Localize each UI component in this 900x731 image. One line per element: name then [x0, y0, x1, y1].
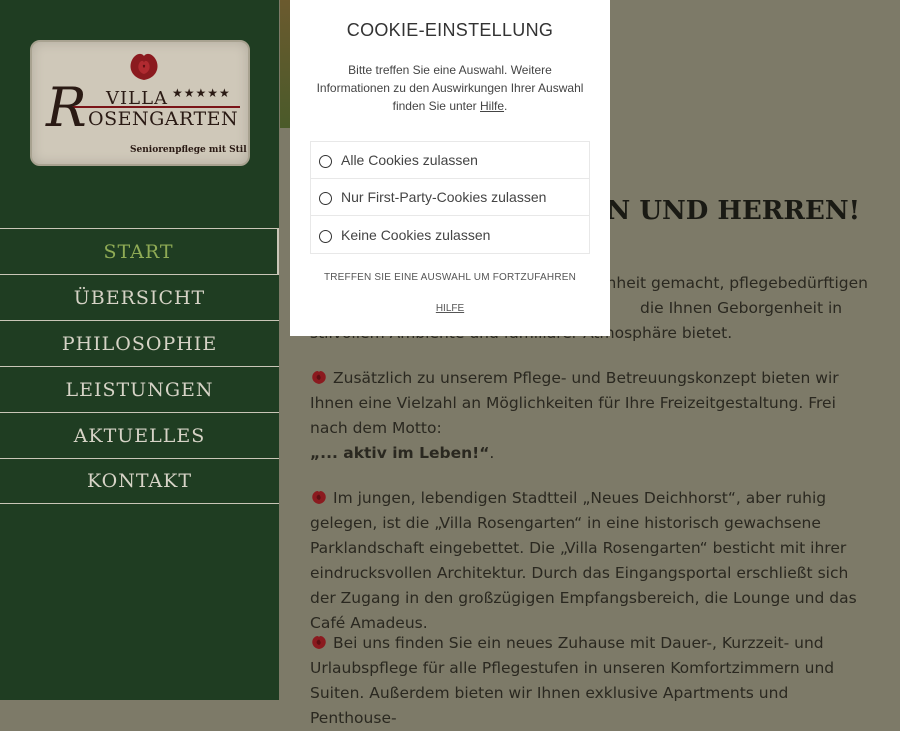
- cookie-desc-end: .: [504, 99, 508, 113]
- nav-item-uebersicht[interactable]: ÜBERSICHT: [0, 274, 279, 320]
- location-text: Im jungen, lebendigen Stadtteil „Neues D…: [310, 489, 857, 632]
- cookie-help-link[interactable]: Hilfe: [480, 99, 504, 113]
- cookie-option-all[interactable]: Alle Cookies zulassen: [311, 142, 589, 179]
- cookie-description: Bitte treffen Sie eine Auswahl. Weitere …: [310, 61, 590, 115]
- cookie-consent-dialog: COOKIE-EINSTELLUNG Bitte treffen Sie ein…: [290, 0, 610, 336]
- cookie-option-first-party[interactable]: Nur First-Party-Cookies zulassen: [311, 179, 589, 216]
- nav-item-leistungen[interactable]: LEISTUNGEN: [0, 366, 279, 412]
- rose-bullet-icon: [312, 490, 326, 504]
- radio-button[interactable]: [319, 155, 332, 168]
- sidebar: VILLA ★★★★★ R OSENGARTEN Seniorenpflege …: [0, 0, 279, 700]
- nav-item-philosophie[interactable]: PHILOSOPHIE: [0, 320, 279, 366]
- nav-label: LEISTUNGEN: [65, 378, 214, 401]
- radio-button[interactable]: [319, 229, 332, 243]
- cookie-hint: TREFFEN SIE EINE AUSWAHL UM FORTZUFAHREN: [323, 272, 577, 283]
- nav-item-kontakt[interactable]: KONTAKT: [0, 458, 279, 504]
- cookie-desc-text: Bitte treffen Sie eine Auswahl. Weitere …: [316, 63, 584, 113]
- site-logo[interactable]: VILLA ★★★★★ R OSENGARTEN Seniorenpflege …: [30, 40, 250, 166]
- nav-label: KONTAKT: [86, 470, 193, 492]
- cookie-option-none[interactable]: Keine Cookies zulassen: [311, 216, 589, 253]
- rose-logo-icon: [130, 53, 158, 80]
- nav-label: START: [103, 240, 174, 263]
- rose-bullet-icon: [312, 370, 326, 384]
- care-text: Bei uns finden Sie ein neues Zuhause mit…: [310, 634, 835, 727]
- nav-item-start[interactable]: START: [0, 228, 279, 274]
- nav-item-aktuelles[interactable]: AKTUELLES: [0, 412, 279, 458]
- cookie-options-list: Alle Cookies zulassen Nur First-Party-Co…: [310, 141, 590, 254]
- cookie-help-button[interactable]: HILFE: [436, 303, 464, 314]
- leisure-paragraph: Zusätzlich zu unserem Pflege- und Betreu…: [310, 366, 870, 466]
- logo-stars: ★★★★★: [172, 86, 231, 100]
- logo-tagline: Seniorenpflege mit Stil: [130, 145, 247, 155]
- nav-label: ÜBERSICHT: [73, 286, 206, 309]
- cookie-help: HILFE: [310, 303, 590, 314]
- leisure-text: Zusätzlich zu unserem Pflege- und Betreu…: [310, 369, 839, 437]
- location-paragraph: Im jungen, lebendigen Stadtteil „Neues D…: [310, 486, 870, 636]
- logo-name: OSENGARTEN: [88, 108, 239, 130]
- care-paragraph: Bei uns finden Sie ein neues Zuhause mit…: [310, 631, 870, 731]
- radio-button[interactable]: [319, 192, 332, 205]
- motto-text: „... aktiv im Leben!“: [310, 444, 490, 462]
- main-navigation: START ÜBERSICHT PHILOSOPHIE LEISTUNGEN A…: [0, 228, 279, 504]
- logo-initial: R: [46, 76, 87, 139]
- option-label: Alle Cookies zulassen: [341, 152, 478, 168]
- option-label: Keine Cookies zulassen: [341, 226, 491, 243]
- rose-bullet-icon: [312, 635, 326, 649]
- cookie-title: COOKIE-EINSTELLUNG: [346, 20, 554, 40]
- motto-period: .: [489, 444, 495, 462]
- option-label: Nur First-Party-Cookies zulassen: [341, 189, 547, 205]
- nav-label: AKTUELLES: [73, 424, 206, 447]
- nav-label: PHILOSOPHIE: [61, 332, 218, 355]
